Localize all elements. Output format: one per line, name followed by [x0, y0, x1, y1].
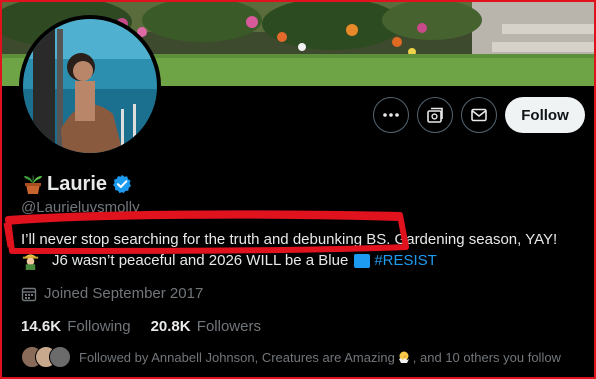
bio-line-2: J6 wasn’t peaceful and 2026 WILL be a Bl… — [21, 251, 437, 270]
avatar[interactable] — [19, 15, 161, 157]
avatar — [49, 346, 71, 368]
display-name: Laurie — [47, 172, 108, 195]
followers-label: Followers — [196, 318, 261, 335]
followed-by-suffix: , and 10 others you follow — [412, 349, 561, 365]
message-button[interactable] — [461, 97, 497, 133]
bio-line-1: I’ll never stop searching for the truth … — [21, 231, 558, 248]
joined-date: Joined September 2017 — [21, 285, 203, 302]
followed-by-text: Followed by Annabell Johnson, Creatures … — [79, 349, 395, 365]
joined-text: Joined September 2017 — [44, 285, 204, 302]
handle: @Laurieluvsmolly — [21, 199, 140, 216]
potted-plant-icon — [24, 174, 42, 194]
subscriptions-button[interactable] — [417, 97, 453, 133]
followers-count: 20.8K — [150, 318, 191, 335]
blue-square-icon — [354, 253, 371, 268]
follow-stats: 14.6K Following 20.8K Followers — [21, 318, 261, 335]
more-icon — [383, 113, 399, 117]
name-row: Laurie — [21, 171, 132, 197]
calendar-icon — [21, 287, 37, 301]
follow-button[interactable]: Follow — [505, 97, 585, 133]
mail-icon — [471, 108, 487, 122]
followed-by[interactable]: Followed by Annabell Johnson, Creatures … — [21, 346, 561, 368]
farmer-emoji-icon — [22, 254, 39, 270]
verified-badge-icon[interactable] — [112, 174, 132, 194]
subscriptions-icon — [427, 107, 443, 123]
follower-avatars — [21, 346, 73, 368]
bio-line-2-text: J6 wasn’t peaceful and 2026 WILL be a Bl… — [52, 252, 349, 269]
hatching-chick-icon — [398, 351, 409, 363]
followers-link[interactable]: 20.8K Followers — [151, 318, 261, 335]
following-label: Following — [67, 318, 131, 335]
more-button[interactable] — [373, 97, 409, 133]
hashtag-resist[interactable]: #RESIST — [374, 252, 437, 269]
screenshot-frame: Follow Laurie @Laurieluvsmolly I’ll neve… — [0, 0, 596, 379]
following-link[interactable]: 14.6K Following — [21, 318, 131, 335]
following-count: 14.6K — [21, 318, 62, 335]
